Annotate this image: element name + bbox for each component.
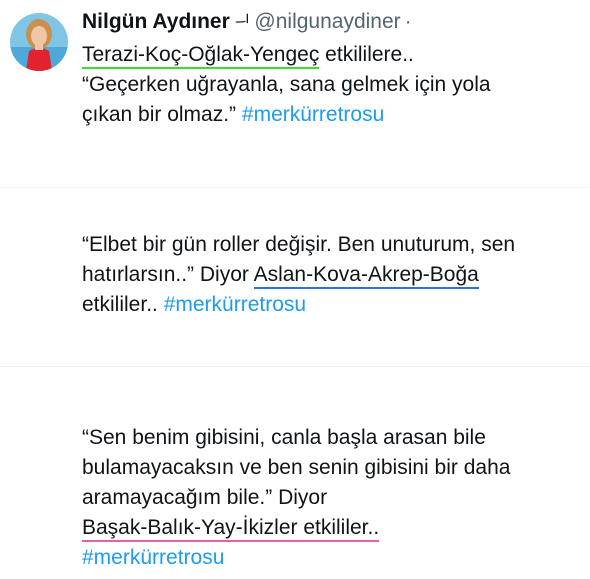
signs-underlined: Terazi-Koç-Oğlak-Yengeç [82,43,320,69]
quote-line: hatırlarsın..” Diyor [82,263,254,286]
quote-line: “Geçerken uğrayanla, sana gelmek için yo… [82,73,491,96]
hashtag-link[interactable]: #merkürretrosu [242,103,384,126]
tweet-text-3: “Sen benim gibisini, canla başla arasan … [82,423,510,573]
hashtag-link[interactable]: #merkürretrosu [164,293,306,316]
author-badge: ᅴ [234,13,251,32]
author-name[interactable]: Nilgün Aydıner [82,10,230,33]
quote-line: “Sen benim gibisini, canla başla arasan … [82,426,486,449]
quote-line: “Elbet bir gün roller değişir. Ben unutu… [82,233,516,256]
tweet-header: Nilgün Aydıner ᅴ @nilgunaydiner · [82,8,412,37]
quote-line: aramayacağım bile.” Diyor [82,486,328,509]
divider [0,187,590,188]
tweet-text-1: Terazi-Koç-Oğlak-Yengeç etkililere.. “Ge… [82,40,491,130]
divider [0,366,590,367]
hashtag-link[interactable]: #merkürretrosu [82,546,224,569]
avatar[interactable] [10,13,68,71]
tweet-text-2: “Elbet bir gün roller değişir. Ben unutu… [82,230,515,320]
separator-dot: · [404,10,412,33]
signs-suffix: etkililere.. [319,43,414,66]
signs-suffix: etkililer.. [82,293,164,316]
quote-line: bulamayacaksın ve ben senin gibisini bir… [82,456,511,479]
profile-photo [10,13,68,71]
signs-underlined: Aslan-Kova-Akrep-Boğa [253,263,479,289]
signs-underlined: Başak-Balık-Yay-İkizler etkililer.. [82,516,380,542]
quote-line: çıkan bir olmaz.” [82,103,242,126]
author-handle[interactable]: @nilgunaydiner [254,10,400,33]
